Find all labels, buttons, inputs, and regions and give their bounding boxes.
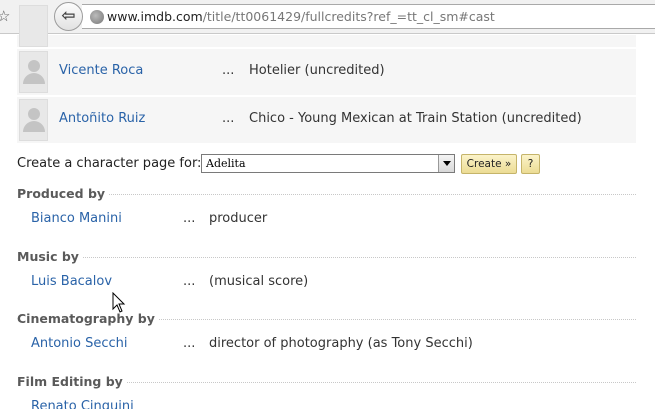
person-head-icon bbox=[28, 60, 40, 72]
back-button[interactable]: ⇦ bbox=[54, 2, 83, 31]
cast-name-link[interactable]: Antoñito Ruiz bbox=[59, 111, 145, 126]
create-character-label: Create a character page for: bbox=[17, 156, 202, 171]
section-produced-by: Produced by Bianco Manini ... producer bbox=[17, 186, 636, 226]
crew-name-link[interactable]: Bianco Manini bbox=[31, 211, 122, 226]
crew-name-link[interactable]: Luis Bacalov bbox=[31, 274, 112, 289]
back-arrow-icon: ⇦ bbox=[61, 6, 76, 26]
crew-name-link[interactable]: Renato Cinquini bbox=[31, 399, 134, 409]
section-heading: Cinematography by bbox=[17, 311, 159, 326]
crew-role: director of photography (as Tony Secchi) bbox=[209, 336, 473, 351]
address-bar[interactable]: www.imdb.com/title/tt0061429/fullcredits… bbox=[82, 4, 655, 29]
person-shoulders-icon bbox=[23, 73, 45, 84]
cast-name-link[interactable]: Vicente Roca bbox=[59, 63, 143, 78]
create-button[interactable]: Create » bbox=[461, 154, 517, 174]
crew-ellipsis: ... bbox=[183, 274, 196, 289]
cast-character: Hotelier (uncredited) bbox=[249, 63, 385, 78]
url-domain: www.imdb.com bbox=[107, 9, 203, 24]
section-heading: Music by bbox=[17, 249, 83, 264]
url-path: /title/tt0061429/fullcredits?ref_=tt_cl_… bbox=[202, 9, 495, 24]
section-film-editing-by: Film Editing by Renato Cinquini bbox=[17, 374, 636, 409]
mouse-pointer-icon bbox=[112, 292, 126, 313]
section-heading: Produced by bbox=[17, 186, 110, 201]
crew-role: (musical score) bbox=[209, 274, 309, 289]
cast-row: Vicente Roca ... Hotelier (uncredited) bbox=[17, 49, 636, 95]
site-identity-icon[interactable] bbox=[90, 10, 104, 24]
section-divider bbox=[17, 194, 636, 195]
cast-ellipsis: ... bbox=[222, 63, 235, 78]
section-divider bbox=[17, 257, 636, 258]
character-select[interactable]: Adelita bbox=[201, 154, 455, 173]
cast-row-partial bbox=[17, 5, 636, 47]
bookmark-star-icon[interactable]: ☆ bbox=[0, 7, 13, 25]
crew-name-link[interactable]: Antonio Secchi bbox=[31, 336, 128, 351]
section-music-by: Music by Luis Bacalov ... (musical score… bbox=[17, 249, 636, 289]
cast-photo-placeholder[interactable] bbox=[19, 99, 48, 141]
section-cinematography-by: Cinematography by Antonio Secchi ... dir… bbox=[17, 311, 636, 351]
dropdown-arrow-icon[interactable] bbox=[438, 155, 454, 172]
full-credits-content: Vicente Roca ... Hotelier (uncredited) A… bbox=[0, 5, 655, 409]
person-head-icon bbox=[28, 108, 40, 120]
section-heading: Film Editing by bbox=[17, 374, 127, 389]
url-text[interactable]: www.imdb.com/title/tt0061429/fullcredits… bbox=[107, 9, 495, 24]
cast-character: Chico - Young Mexican at Train Station (… bbox=[249, 111, 582, 126]
person-shoulders-icon bbox=[23, 121, 45, 132]
crew-ellipsis: ... bbox=[183, 211, 196, 226]
help-button[interactable]: ? bbox=[521, 154, 540, 174]
browser-toolbar: ☆ www.imdb.com/title/tt0061429/fullcredi… bbox=[0, 0, 655, 34]
crew-ellipsis: ... bbox=[183, 336, 196, 351]
cast-row: Antoñito Ruiz ... Chico - Young Mexican … bbox=[17, 97, 636, 143]
character-select-value: Adelita bbox=[206, 157, 246, 170]
create-character-page-form: Create a character page for: Adelita Cre… bbox=[17, 153, 577, 177]
cast-photo-placeholder[interactable] bbox=[19, 51, 48, 93]
crew-role: producer bbox=[209, 211, 268, 226]
cast-photo-placeholder bbox=[19, 5, 48, 47]
cast-ellipsis: ... bbox=[222, 111, 235, 126]
